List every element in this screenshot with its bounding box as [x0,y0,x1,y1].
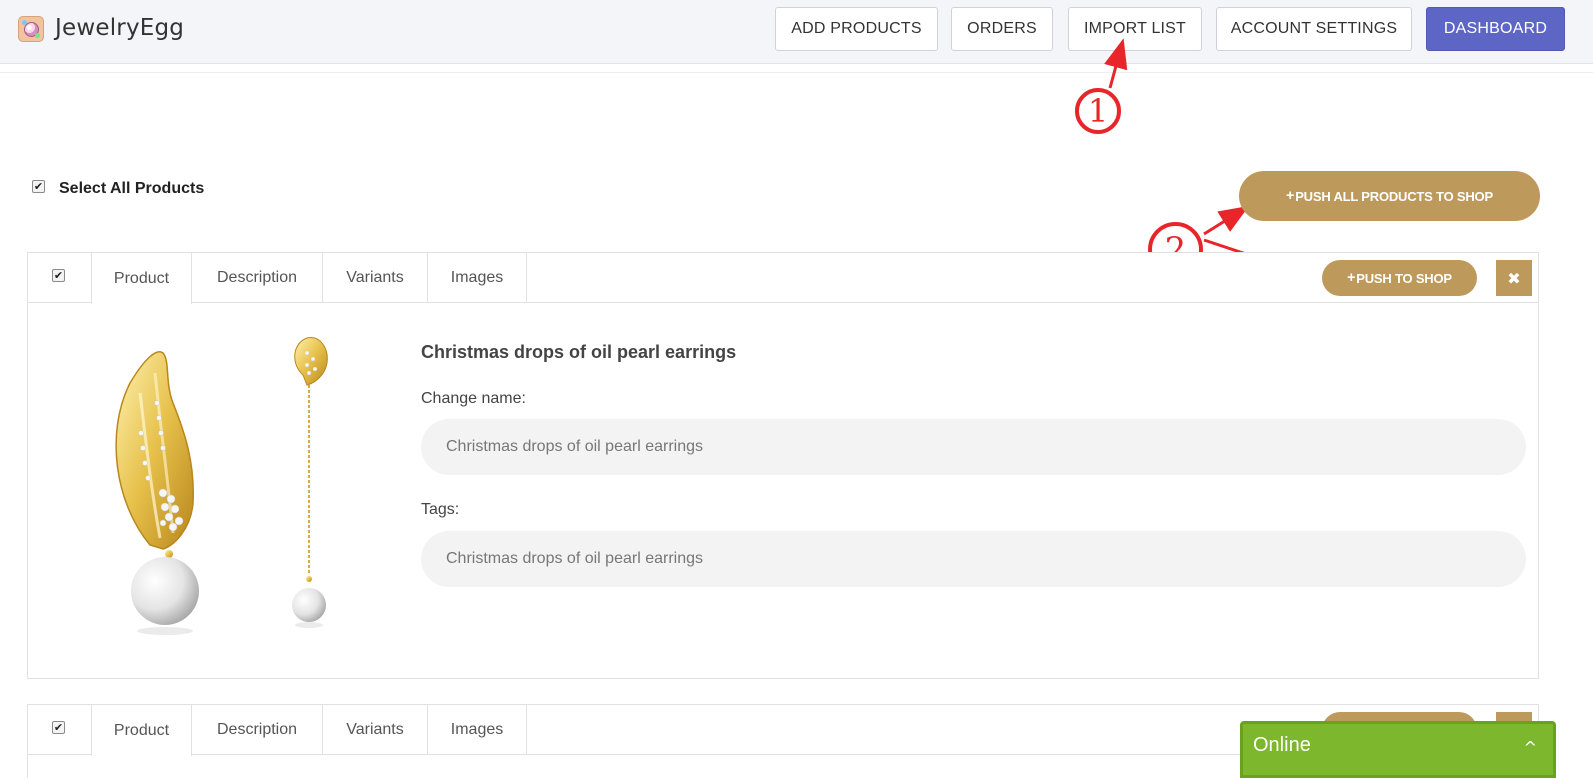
tab-description[interactable]: Description [192,705,323,755]
header-divider [0,72,1593,73]
online-label: Online [1253,734,1311,756]
chevron-up-icon[interactable]: ^ [1524,738,1537,757]
add-products-button[interactable]: ADD PRODUCTS [775,7,938,51]
arrow-to-push-all [1203,205,1250,236]
remove-product-button[interactable]: ✖ [1496,260,1532,296]
tab-images[interactable]: Images [428,705,527,755]
product-name: Christmas drops of oil pearl earrings [421,342,737,362]
push-all-products-label: PUSH ALL PRODUCTS TO SHOP [1295,188,1493,204]
select-all-label: Select All Products [59,180,205,197]
tab-variants[interactable]: Variants [323,705,428,755]
product-image [45,313,385,658]
online-chat-widget[interactable]: Online ^ [1240,721,1556,778]
pearl-earrings-illustration [115,337,328,635]
jewelry-egg-logo-icon[interactable] [18,16,44,42]
tab-product[interactable]: Product [91,253,192,304]
plus-icon: + [1286,188,1295,204]
tab-variants[interactable]: Variants [323,253,428,303]
plus-icon: + [1347,270,1356,286]
change-name-label: Change name: [421,390,526,407]
import-list-button[interactable]: IMPORT LIST [1068,7,1202,51]
tags-label: Tags: [421,501,460,518]
annotation-step-1: 1 [1075,88,1121,134]
product-card: ✔ Product Description Variants Images + … [27,252,1539,679]
select-all-checkbox[interactable]: ✔ [32,180,45,193]
dashboard-button[interactable]: DASHBOARD [1426,7,1565,51]
push-to-shop-button[interactable]: + PUSH TO SHOP [1322,260,1477,296]
push-to-shop-label: PUSH TO SHOP [1356,270,1452,286]
tab-description[interactable]: Description [192,253,323,303]
product-checkbox[interactable]: ✔ [52,269,65,282]
tab-images[interactable]: Images [428,253,527,303]
change-name-input[interactable]: Christmas drops of oil pearl earrings [421,419,1526,475]
close-icon: ✖ [1507,268,1521,288]
tags-input[interactable]: Christmas drops of oil pearl earrings [421,531,1526,587]
top-navigation-bar: JewelryEgg ADD PRODUCTS ORDERS IMPORT LI… [0,0,1593,64]
push-all-products-button[interactable]: + PUSH ALL PRODUCTS TO SHOP [1239,171,1540,221]
app-title[interactable]: JewelryEgg [55,15,184,41]
product-checkbox[interactable]: ✔ [52,721,65,734]
tab-product[interactable]: Product [91,705,192,756]
product-tabs: ✔ Product Description Variants Images + … [28,253,1538,304]
orders-button[interactable]: ORDERS [951,7,1053,51]
account-settings-button[interactable]: ACCOUNT SETTINGS [1216,7,1412,51]
